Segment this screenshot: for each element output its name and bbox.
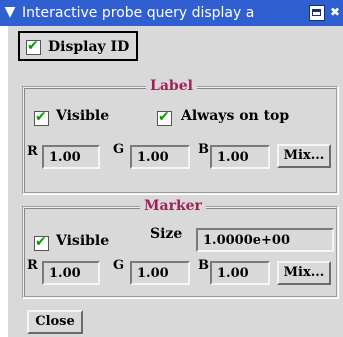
label-r-input[interactable]: 1.00 [42, 145, 100, 169]
marker-size-input[interactable]: 1.0000e+00 [196, 228, 334, 252]
label-visible-checkbox[interactable] [34, 109, 49, 126]
marker-group-legend: Marker [140, 198, 206, 214]
label-b-label: B [198, 142, 209, 157]
close-icon[interactable]: ✖ [329, 5, 341, 19]
label-group: Label [22, 78, 338, 194]
label-b-input[interactable]: 1.00 [210, 145, 270, 169]
label-group-legend: Label [146, 78, 197, 94]
marker-b-label: B [198, 258, 209, 273]
always-on-top-label: Always on top [181, 108, 290, 124]
display-id-label: Display ID [48, 39, 130, 55]
marker-visible-checkbox[interactable] [34, 234, 49, 251]
marker-visible-label: Visible [56, 233, 110, 249]
label-always-on-top-checkbox[interactable] [157, 109, 172, 126]
marker-size-label: Size [150, 226, 183, 242]
label-g-label: G [113, 142, 125, 157]
marker-mix-button[interactable]: Mix... [277, 261, 331, 285]
marker-g-input[interactable]: 1.00 [130, 261, 190, 285]
display-id-toggle[interactable]: Display ID [18, 31, 138, 61]
label-visible-label: Visible [56, 108, 110, 124]
marker-b-input[interactable]: 1.00 [210, 261, 270, 285]
display-id-checkbox[interactable] [26, 38, 41, 55]
window-menu-icon[interactable]: ▼ [1, 3, 19, 21]
title-bar[interactable]: ▼ Interactive probe query display a ✖ [0, 0, 343, 26]
marker-r-label: R [27, 258, 38, 273]
close-button[interactable]: Close [27, 310, 83, 334]
marker-r-input[interactable]: 1.00 [42, 261, 100, 285]
label-r-label: R [27, 144, 38, 159]
label-mix-button[interactable]: Mix... [277, 144, 331, 168]
window-title: Interactive probe query display a [22, 5, 255, 21]
label-g-input[interactable]: 1.00 [130, 145, 190, 169]
marker-g-label: G [113, 258, 125, 273]
window-left-edge [0, 26, 8, 337]
maximize-icon[interactable] [309, 5, 325, 21]
